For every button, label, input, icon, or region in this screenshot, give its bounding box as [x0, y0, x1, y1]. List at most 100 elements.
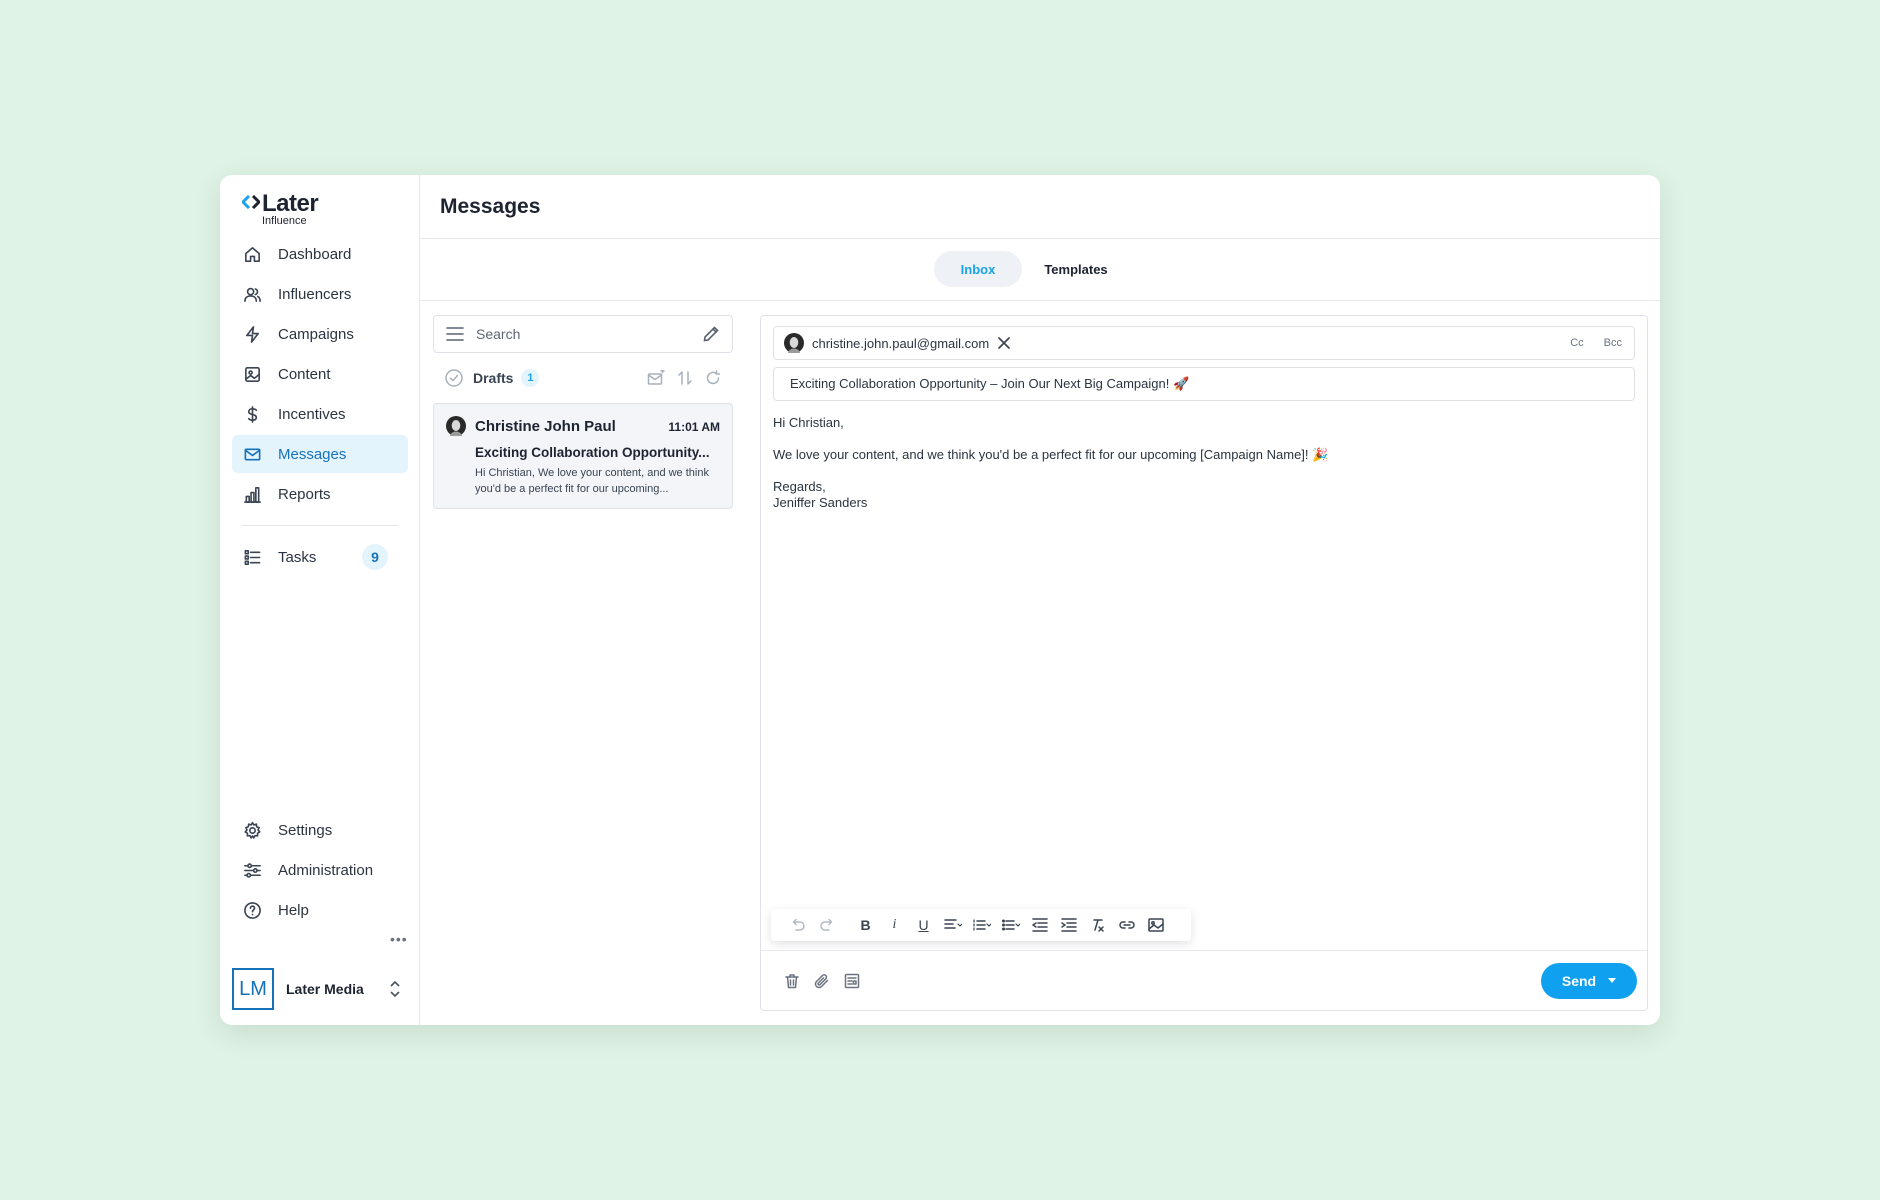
message-list-panel: Search Drafts 1 Christine John Paul 11:0… — [433, 315, 733, 509]
page-header: Messages — [420, 175, 1660, 239]
bar-chart-icon — [242, 484, 262, 504]
message-sender: Christine John Paul — [475, 418, 616, 435]
clear-format-icon[interactable] — [1083, 913, 1112, 937]
recipient-email: christine.john.paul@gmail.com — [812, 335, 990, 351]
main-content: Messages Inbox Templates Search Drafts 1 — [420, 175, 1660, 1025]
more-options-icon[interactable]: ••• — [390, 931, 408, 947]
search-input[interactable]: Search — [433, 315, 733, 353]
sidebar-item-label: Messages — [278, 445, 347, 463]
sidebar-item-influencers[interactable]: Influencers — [232, 275, 408, 313]
org-avatar: LM — [232, 968, 274, 1010]
redo-icon[interactable] — [812, 913, 841, 937]
template-icon[interactable] — [837, 969, 867, 993]
sidebar-item-settings[interactable]: Settings — [232, 811, 408, 849]
body-signature: Jeniffer Sanders — [773, 495, 868, 510]
bold-icon[interactable]: B — [851, 913, 880, 937]
list-icon — [242, 547, 262, 567]
body-greeting: Hi Christian, — [773, 415, 844, 430]
mark-read-icon[interactable] — [647, 370, 665, 386]
lightning-icon — [242, 324, 262, 344]
sidebar-item-tasks[interactable]: Tasks 9 — [232, 538, 408, 576]
list-tools — [647, 370, 721, 386]
tab-templates[interactable]: Templates — [1030, 251, 1122, 287]
sidebar-item-label: Campaigns — [278, 325, 354, 343]
remove-recipient-icon[interactable] — [997, 336, 1011, 350]
logo-wordmark: Later — [262, 190, 319, 217]
folder-header: Drafts 1 — [433, 353, 733, 403]
tab-bar: Inbox Templates — [420, 239, 1660, 301]
logo-subtitle: Influence — [262, 215, 307, 227]
undo-icon[interactable] — [783, 913, 812, 937]
indent-icon[interactable] — [1054, 913, 1083, 937]
folder-label[interactable]: Drafts — [473, 370, 513, 386]
message-list-item[interactable]: Christine John Paul 11:01 AM Exciting Co… — [433, 403, 733, 509]
compose-pencil-icon[interactable] — [702, 325, 720, 343]
organization-switcher[interactable]: LM Later Media — [232, 967, 408, 1011]
send-button-label: Send — [1561, 972, 1597, 989]
sidebar-item-label: Influencers — [278, 285, 352, 303]
refresh-icon[interactable] — [705, 370, 721, 386]
logo-mark-icon — [242, 195, 260, 209]
sidebar-item-administration[interactable]: Administration — [232, 851, 408, 889]
numbered-list-icon[interactable] — [967, 913, 996, 937]
folder-count-badge: 1 — [521, 369, 540, 387]
sidebar-item-label: Administration — [278, 861, 374, 879]
message-time: 11:01 AM — [668, 420, 720, 434]
menu-icon[interactable] — [446, 327, 464, 341]
chevron-up-down-icon — [388, 979, 402, 999]
users-icon — [242, 284, 262, 304]
cc-button[interactable]: Cc — [1570, 337, 1583, 349]
sidebar-item-label: Help — [278, 901, 309, 919]
home-icon — [242, 244, 262, 264]
main-nav: Dashboard Influencers Campaigns Content … — [232, 235, 408, 578]
recipient-field[interactable]: christine.john.paul@gmail.com Cc Bcc — [773, 326, 1635, 360]
dollar-icon — [242, 404, 262, 424]
sidebar-item-campaigns[interactable]: Campaigns — [232, 315, 408, 353]
tab-inbox[interactable]: Inbox — [934, 251, 1022, 287]
underline-icon[interactable]: U — [909, 913, 938, 937]
attachment-icon[interactable] — [807, 969, 837, 993]
align-icon[interactable] — [938, 913, 967, 937]
body-paragraph: We love your content, and we think you'd… — [773, 447, 1329, 462]
sidebar-item-label: Dashboard — [278, 245, 352, 263]
trash-icon[interactable] — [777, 969, 807, 993]
gear-icon — [242, 820, 262, 840]
insert-image-icon[interactable] — [1141, 913, 1170, 937]
subject-field[interactable]: Exciting Collaboration Opportunity – Joi… — [773, 367, 1635, 401]
check-circle-icon[interactable] — [445, 369, 463, 387]
sidebar-item-incentives[interactable]: Incentives — [232, 395, 408, 433]
compose-footer: Send — [761, 950, 1647, 1010]
sliders-icon — [242, 860, 262, 880]
org-name: Later Media — [286, 981, 364, 997]
message-preview: Hi Christian, We love your content, and … — [475, 467, 709, 495]
secondary-nav: Settings Administration Help — [232, 811, 408, 931]
bullet-list-icon[interactable] — [996, 913, 1025, 937]
italic-icon[interactable]: i — [880, 913, 909, 937]
caret-down-icon[interactable] — [1608, 978, 1617, 983]
compose-panel: christine.john.paul@gmail.com Cc Bcc Exc… — [760, 315, 1648, 1011]
sidebar-item-content[interactable]: Content — [232, 355, 408, 393]
sidebar-item-label: Reports — [278, 485, 331, 503]
send-button[interactable]: Send — [1541, 962, 1637, 999]
tasks-count-badge: 9 — [362, 544, 388, 570]
sender-avatar — [446, 416, 466, 436]
sidebar-item-label: Content — [278, 365, 331, 383]
bcc-button[interactable]: Bcc — [1604, 337, 1622, 349]
app-window: Later Influence Dashboard Influencers Ca… — [220, 175, 1660, 1025]
message-body-editor[interactable]: Hi Christian, We love your content, and … — [773, 415, 1635, 511]
sidebar-item-reports[interactable]: Reports — [232, 475, 408, 513]
mail-icon — [242, 444, 262, 464]
sidebar-item-messages[interactable]: Messages — [232, 435, 408, 473]
image-icon — [242, 364, 262, 384]
link-icon[interactable] — [1112, 913, 1141, 937]
sort-icon[interactable] — [677, 370, 693, 386]
body-signoff: Regards, — [773, 479, 826, 494]
page-title: Messages — [440, 194, 541, 218]
sidebar-item-dashboard[interactable]: Dashboard — [232, 235, 408, 273]
outdent-icon[interactable] — [1025, 913, 1054, 937]
sidebar-item-help[interactable]: Help — [232, 891, 408, 929]
help-icon — [242, 900, 262, 920]
recipient-chip[interactable]: christine.john.paul@gmail.com — [784, 333, 1011, 353]
message-subject: Exciting Collaboration Opportunity... — [475, 445, 710, 460]
sidebar-item-label: Tasks — [278, 548, 317, 566]
